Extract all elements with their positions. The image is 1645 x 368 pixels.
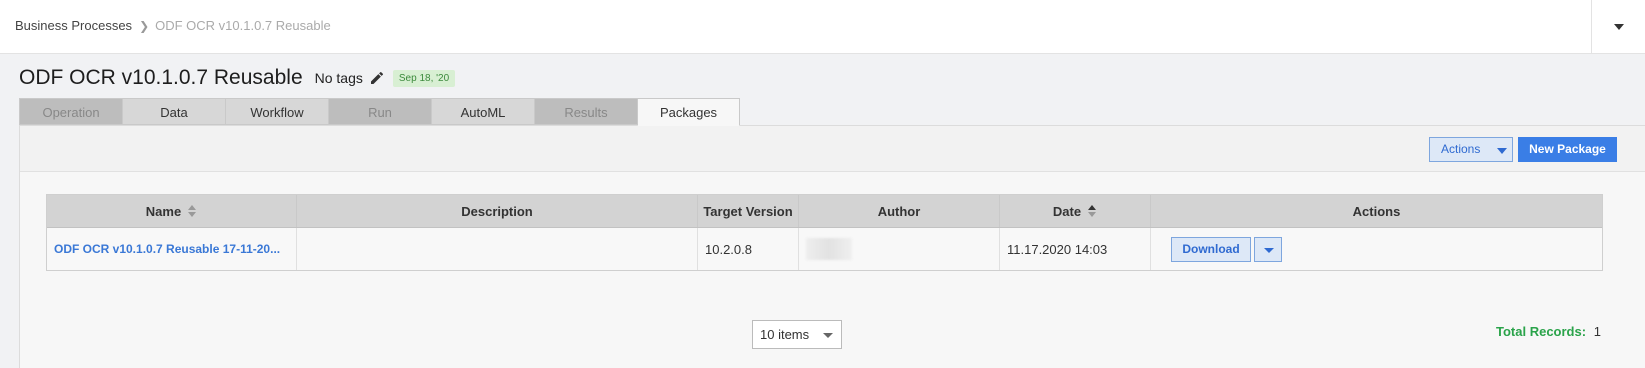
column-label: Name [145, 203, 182, 219]
cell-date: 11.17.2020 14:03 [1000, 228, 1151, 270]
column-header-description[interactable]: Description [297, 195, 698, 227]
chevron-right-icon: ❯ [139, 18, 150, 33]
column-label: Target Version [703, 203, 793, 219]
tab-workflow[interactable]: Workflow [225, 98, 328, 125]
actions-dropdown-button[interactable]: Actions [1429, 137, 1513, 162]
page-size-value: 10 items [760, 327, 810, 342]
download-button[interactable]: Download [1171, 236, 1251, 262]
tab-run[interactable]: Run [328, 98, 431, 125]
caret-down-icon [1497, 148, 1507, 154]
package-name-link[interactable]: ODF OCR v10.1.0.7 Reusable 17-11-20... [54, 242, 280, 256]
column-label: Author [877, 203, 921, 219]
tab-results[interactable]: Results [534, 98, 637, 125]
total-records-label: Total Records: [1496, 324, 1587, 339]
new-package-button[interactable]: New Package [1518, 137, 1617, 162]
tab-data[interactable]: Data [122, 98, 225, 125]
cell-author [799, 228, 1000, 270]
page-size-select[interactable]: 10 items [752, 320, 842, 349]
column-label: Date [1052, 203, 1082, 219]
table-header: Name Description Target Version Author D… [47, 195, 1602, 228]
page-title: ODF OCR v10.1.0.7 Reusable [19, 66, 303, 89]
cell-target-version: 10.2.0.8 [698, 228, 799, 270]
column-label: Actions [1352, 203, 1401, 219]
breadcrumb: Business Processes ❯ ODF OCR v10.1.0.7 R… [15, 18, 331, 33]
author-redacted [806, 238, 852, 260]
tab-bar: Operation Data Workflow Run AutoML Resul… [19, 98, 740, 126]
total-records-value: 1 [1593, 324, 1601, 339]
breadcrumb-current: ODF OCR v10.1.0.7 Reusable [155, 18, 331, 33]
column-label: Description [461, 203, 533, 219]
sort-ascending-icon[interactable] [1087, 204, 1097, 218]
top-bar: Business Processes ❯ ODF OCR v10.1.0.7 R… [0, 0, 1645, 54]
packages-panel: Actions New Package Name Description Tar… [19, 125, 1645, 368]
packages-table: Name Description Target Version Author D… [46, 194, 1603, 271]
column-header-name[interactable]: Name [47, 195, 297, 227]
caret-down-icon [1614, 24, 1624, 30]
cell-actions: Download [1151, 228, 1602, 270]
column-header-actions: Actions [1151, 195, 1602, 227]
total-records: Total Records: 1 [1496, 324, 1601, 339]
tags-label: No tags [314, 70, 363, 86]
tab-packages[interactable]: Packages [637, 98, 740, 126]
tab-automl[interactable]: AutoML [431, 98, 534, 125]
actions-label: Actions [1441, 142, 1481, 156]
sort-icon[interactable] [187, 204, 197, 218]
date-badge: Sep 18, '20 [392, 69, 456, 87]
panel-toolbar: Actions New Package [20, 126, 1645, 172]
cell-description [297, 228, 698, 270]
column-header-date[interactable]: Date [1000, 195, 1151, 227]
breadcrumb-root-link[interactable]: Business Processes [15, 18, 132, 33]
caret-down-icon [1264, 247, 1274, 253]
row-actions-dropdown-button[interactable] [1254, 236, 1282, 262]
topbar-dropdown-button[interactable] [1591, 0, 1645, 53]
column-header-target-version[interactable]: Target Version [698, 195, 799, 227]
table-row: ODF OCR v10.1.0.7 Reusable 17-11-20... 1… [47, 228, 1602, 270]
column-header-author[interactable]: Author [799, 195, 1000, 227]
caret-down-icon [823, 333, 833, 338]
cell-name: ODF OCR v10.1.0.7 Reusable 17-11-20... [47, 228, 297, 270]
tab-operation[interactable]: Operation [19, 98, 122, 125]
title-row: ODF OCR v10.1.0.7 Reusable No tags Sep 1… [19, 66, 456, 90]
pencil-icon[interactable] [369, 70, 385, 86]
